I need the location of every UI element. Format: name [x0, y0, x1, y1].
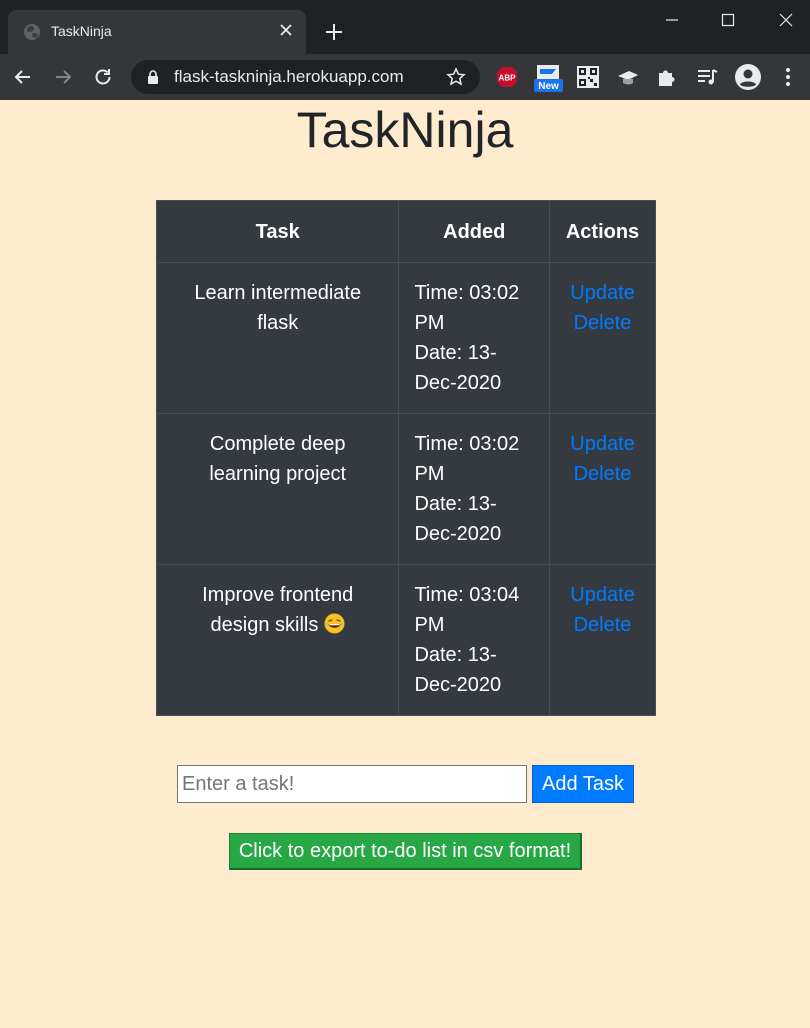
url-text: flask-taskninja.herokuapp.com [174, 67, 404, 86]
added-date: Date: 13-Dec-2020 [414, 493, 502, 545]
update-link[interactable]: Update [565, 580, 640, 610]
puzzle-icon[interactable] [655, 65, 679, 89]
globe-icon [24, 24, 40, 40]
task-input[interactable] [177, 765, 527, 803]
browser-toolbar: flask-taskninja.herokuapp.com ABP New [0, 54, 810, 100]
added-time: Time: 03:02 PM [414, 282, 520, 334]
page-title: TaskNinja [296, 102, 514, 158]
table-row: Complete deep learning project Time: 03:… [155, 413, 656, 565]
added-time: Time: 03:02 PM [414, 433, 520, 485]
add-task-button[interactable]: Add Task [532, 765, 634, 803]
header-added: Added [398, 200, 551, 263]
graduation-cap-icon[interactable] [616, 65, 640, 89]
delete-link[interactable]: Delete [565, 308, 640, 338]
new-tab-icon[interactable] [322, 20, 346, 44]
delete-link[interactable]: Delete [565, 610, 640, 640]
back-arrow-icon[interactable] [11, 65, 35, 89]
tab-close-icon[interactable] [276, 20, 296, 40]
browser-tab[interactable]: TaskNinja [8, 10, 306, 54]
forward-arrow-icon[interactable] [51, 65, 75, 89]
lock-icon [145, 69, 161, 85]
media-queue-icon[interactable] [695, 65, 719, 89]
window-close-icon[interactable] [766, 8, 806, 32]
bookmark-star-icon[interactable] [446, 67, 466, 87]
added-time: Time: 03:04 PM [414, 584, 520, 636]
export-csv-button[interactable]: Click to export to-do list in csv format… [229, 833, 582, 870]
task-text: Learn intermediate flask [194, 282, 362, 334]
table-row: Learn intermediate flask Time: 03:02 PM … [155, 262, 656, 414]
address-bar[interactable]: flask-taskninja.herokuapp.com [131, 60, 480, 94]
task-cell: Improve frontend design skills [155, 564, 400, 716]
add-task-form: Add Task [177, 765, 637, 803]
table-header-row: Task Added Actions [155, 200, 656, 263]
update-link[interactable]: Update [565, 429, 640, 459]
task-cell: Complete deep learning project [155, 413, 400, 565]
added-cell: Time: 03:02 PM Date: 13-Dec-2020 [398, 413, 551, 565]
added-cell: Time: 03:02 PM Date: 13-Dec-2020 [398, 262, 551, 414]
tab-title: TaskNinja [51, 23, 112, 39]
profile-icon[interactable] [734, 64, 761, 90]
added-cell: Time: 03:04 PM Date: 13-Dec-2020 [398, 564, 551, 716]
added-date: Date: 13-Dec-2020 [414, 342, 502, 394]
svg-text:ABP: ABP [499, 74, 517, 83]
task-text: Complete deep learning project [209, 433, 347, 485]
delete-link[interactable]: Delete [565, 459, 640, 489]
header-task: Task [155, 200, 400, 263]
task-cell: Learn intermediate flask [155, 262, 400, 414]
laughing-face-icon [324, 613, 345, 634]
abp-icon[interactable]: ABP [495, 65, 519, 89]
actions-cell: Update Delete [549, 262, 656, 414]
menu-icon[interactable] [776, 65, 800, 89]
actions-cell: Update Delete [549, 564, 656, 716]
reload-icon[interactable] [91, 65, 115, 89]
minimize-icon[interactable] [652, 8, 692, 32]
actions-cell: Update Delete [549, 413, 656, 565]
qr-code-icon[interactable] [576, 65, 600, 89]
table-row: Improve frontend design skills Time: 03:… [155, 564, 656, 716]
svg-text:New: New [538, 81, 559, 92]
maximize-icon[interactable] [708, 8, 748, 32]
added-date: Date: 13-Dec-2020 [414, 644, 502, 696]
new-badge-icon[interactable]: New [534, 65, 563, 92]
browser-tab-strip: TaskNinja [0, 0, 810, 54]
header-actions: Actions [549, 200, 656, 263]
task-table: Task Added Actions Learn intermediate fl… [155, 200, 656, 716]
update-link[interactable]: Update [565, 278, 640, 308]
